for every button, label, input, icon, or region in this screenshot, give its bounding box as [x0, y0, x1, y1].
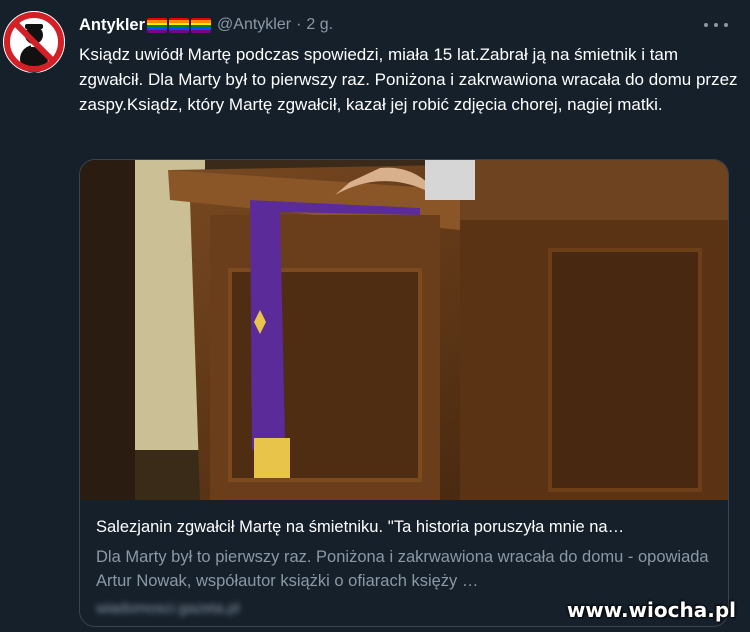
card-title[interactable]: Salezjanin zgwałcił Martę na śmietniku. …	[96, 516, 714, 538]
user-handle[interactable]: @Antykler	[217, 16, 291, 34]
flag-emojis	[147, 17, 212, 33]
display-name[interactable]: Antykler	[79, 16, 145, 35]
timestamp[interactable]: 2 g.	[306, 16, 333, 34]
tweet-text: Ksiądz uwiódł Martę podczas spowiedzi, m…	[79, 45, 738, 114]
link-card[interactable]: Salezjanin zgwałcił Martę na śmietniku. …	[79, 159, 729, 627]
separator-dot: ·	[296, 16, 302, 33]
watermark: www.wiocha.pl	[566, 598, 736, 622]
rainbow-flag-icon	[191, 17, 212, 33]
card-domain[interactable]: wiadomosci.gazeta.pl	[96, 600, 286, 620]
card-image[interactable]	[80, 160, 728, 500]
tweet-header: Antykler @Antykler · 2 g.	[79, 14, 333, 36]
card-description: Dla Marty był to pierwszy raz. Poniżona …	[96, 548, 709, 590]
avatar[interactable]	[3, 11, 65, 73]
rainbow-flag-icon	[169, 17, 190, 33]
tweet[interactable]: Antykler @Antykler · 2 g. Ksiądz uwiódł …	[0, 0, 750, 632]
more-options-icon[interactable]	[704, 16, 728, 34]
confessional-photo	[80, 160, 728, 500]
no-priest-icon	[3, 11, 65, 73]
rainbow-flag-icon	[147, 17, 168, 33]
